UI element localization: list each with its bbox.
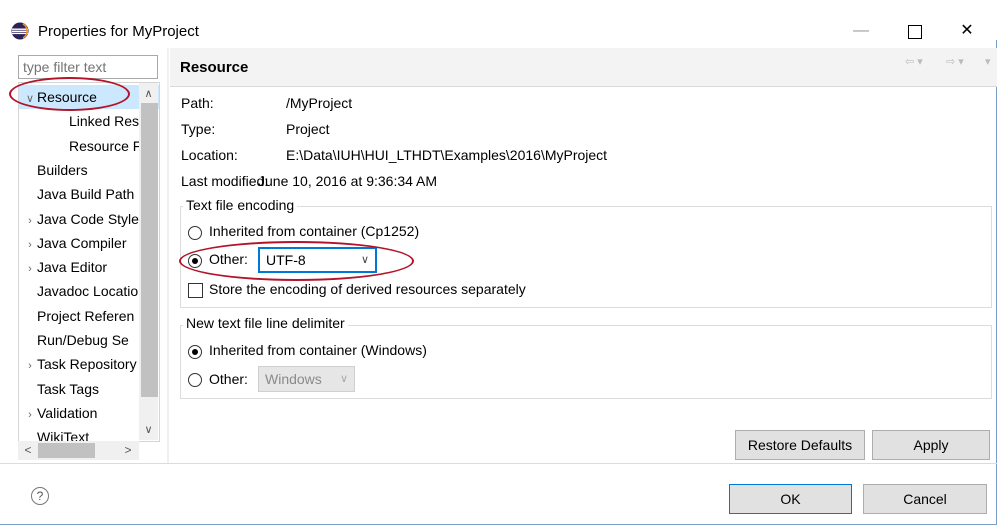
last-modified-value: June 10, 2016 at 9:36:34 AM [258, 173, 438, 189]
derived-resources-checkbox[interactable] [188, 283, 203, 298]
minimize-button[interactable]: — [838, 18, 884, 44]
encoding-other-radio[interactable] [188, 254, 202, 268]
line-delimiter-group-title: New text file line delimiter [183, 315, 348, 331]
delimiter-inherited-label[interactable]: Inherited from container (Windows) [209, 342, 427, 358]
delimiter-select[interactable]: Windows ∨ [258, 366, 355, 392]
text-encoding-group-title: Text file encoding [183, 197, 298, 213]
delimiter-inherited-radio[interactable] [188, 345, 202, 359]
chevron-right-icon[interactable]: › [23, 209, 37, 233]
tree-item-label: Java Compiler [37, 234, 127, 251]
restore-defaults-button[interactable]: Restore Defaults [735, 430, 865, 460]
tree-item-label: Java Build Path [37, 186, 135, 203]
scroll-up-icon[interactable]: ∧ [139, 86, 158, 102]
chevron-down-icon[interactable]: ∨ [23, 87, 37, 111]
encoding-inherited-radio[interactable] [188, 226, 202, 240]
derived-resources-label[interactable]: Store the encoding of derived resources … [209, 281, 526, 297]
ok-button[interactable]: OK [729, 484, 852, 514]
close-icon: ✕ [960, 22, 974, 39]
chevron-right-icon[interactable]: › [23, 403, 37, 427]
delimiter-select-value: Windows [265, 371, 322, 387]
encoding-inherited-label[interactable]: Inherited from container (Cp1252) [209, 223, 419, 239]
view-menu-icon[interactable]: ▾ [985, 55, 991, 68]
path-label: Path: [181, 95, 214, 111]
cancel-button[interactable]: Cancel [863, 484, 987, 514]
tree-item-label: Task Tags [37, 380, 99, 397]
delimiter-other-radio[interactable] [188, 373, 202, 387]
tree-item-label: Java Code Style [37, 210, 139, 227]
scroll-right-icon[interactable]: > [120, 441, 136, 460]
tree-item-label: Builders [37, 161, 88, 178]
page-header [170, 48, 997, 87]
last-modified-label: Last modified: [181, 173, 269, 189]
chevron-right-icon[interactable]: › [23, 257, 37, 281]
close-button[interactable]: ✕ [944, 18, 990, 44]
delimiter-other-label[interactable]: Other: [209, 371, 248, 387]
maximize-icon [908, 25, 922, 39]
properties-dialog: Properties for MyProject — ✕ ∨ResourceLi… [0, 0, 997, 525]
window-title: Properties for MyProject [38, 23, 199, 40]
scroll-left-icon[interactable]: < [20, 441, 36, 460]
location-label: Location: [181, 147, 238, 163]
path-value: /MyProject [286, 95, 353, 111]
chevron-down-icon: ∨ [360, 254, 369, 266]
forward-icon[interactable]: ⇨ ▾ [946, 55, 964, 68]
tree-item-label: Task Repository [37, 356, 137, 373]
page-title: Resource [180, 59, 249, 76]
minimize-icon: — [853, 22, 869, 39]
back-icon[interactable]: ⇦ ▾ [905, 55, 923, 68]
tree-item-label: Validation [37, 404, 98, 421]
tree-item-label: Run/Debug Se [37, 332, 129, 348]
chevron-down-icon: ∨ [339, 373, 348, 385]
encoding-other-label[interactable]: Other: [209, 251, 248, 267]
chevron-right-icon[interactable]: › [23, 354, 37, 378]
footer-divider [0, 463, 997, 464]
apply-button[interactable]: Apply [872, 430, 990, 460]
tree-vertical-scroll-thumb[interactable] [141, 103, 158, 397]
type-label: Type: [181, 121, 216, 137]
encoding-select[interactable]: UTF-8 ∨ [258, 247, 377, 273]
tree-horizontal-scroll-thumb[interactable] [38, 443, 95, 458]
tree-item-label: Java Editor [37, 259, 108, 276]
chevron-right-icon[interactable]: › [23, 233, 37, 257]
tree-item-label: Project Referen [37, 307, 135, 324]
maximize-button[interactable] [892, 18, 938, 44]
tree-item-label: Resource [37, 89, 97, 105]
eclipse-icon [11, 22, 29, 40]
panel-sash[interactable] [167, 48, 169, 463]
scroll-down-icon[interactable]: ∨ [139, 422, 158, 438]
tree-item-label: Javadoc Locatio [37, 283, 139, 300]
type-value: Project [286, 121, 330, 137]
help-icon[interactable]: ? [31, 487, 49, 505]
location-value: E:\Data\IUH\HUI_LTHDT\Examples\2016\MyPr… [286, 147, 608, 163]
encoding-select-value: UTF-8 [266, 252, 306, 268]
filter-input[interactable] [18, 55, 158, 79]
